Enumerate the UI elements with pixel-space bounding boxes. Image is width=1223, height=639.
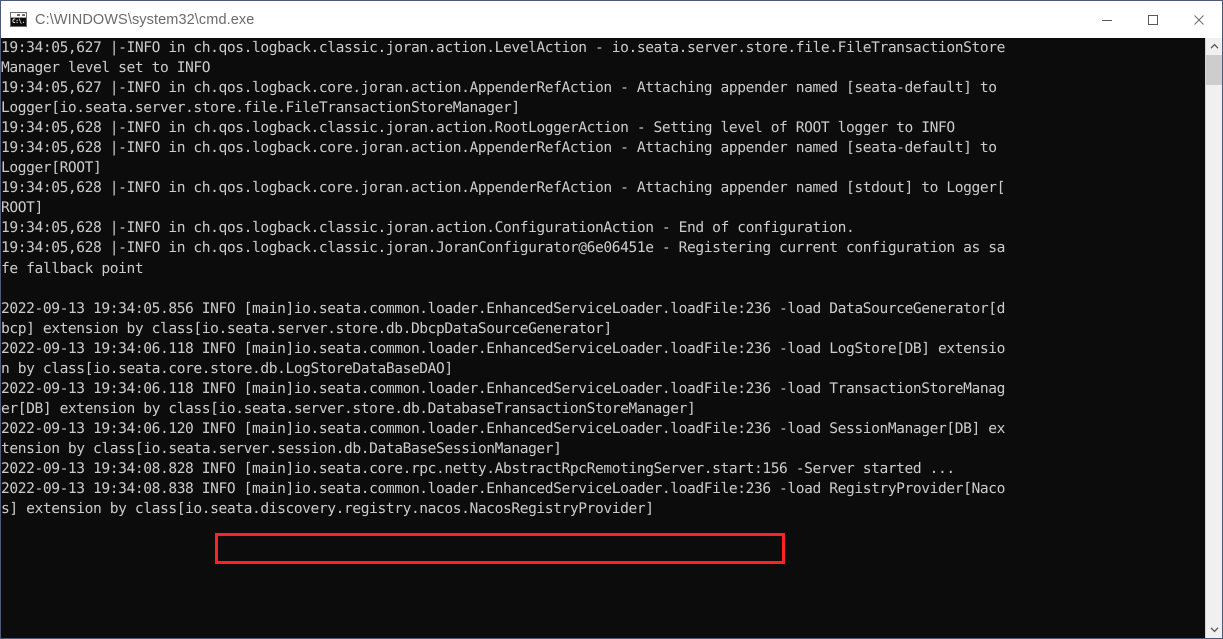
scrollbar-track[interactable] — [1206, 55, 1222, 621]
window-controls — [1084, 1, 1222, 38]
maximize-button[interactable] — [1130, 1, 1176, 38]
scroll-up-button[interactable] — [1206, 38, 1222, 55]
icon-prompt-text: C:\. — [11, 18, 26, 26]
icon-dot — [22, 14, 25, 16]
vertical-scrollbar[interactable] — [1205, 38, 1222, 638]
maximize-icon — [1148, 14, 1158, 25]
chevron-up-icon — [1210, 43, 1218, 49]
console-output-area[interactable]: 19:34:05,627 |-INFO in ch.qos.logback.cl… — [1, 38, 1205, 638]
console-log-text: 19:34:05,627 |-INFO in ch.qos.logback.cl… — [1, 39, 1005, 518]
cmd-window: C:\. C:\WINDOWS\system32\cmd.exe 19:34:0… — [0, 0, 1223, 639]
close-button[interactable] — [1176, 1, 1222, 38]
title-bar: C:\. C:\WINDOWS\system32\cmd.exe — [1, 1, 1222, 38]
scroll-down-button[interactable] — [1206, 621, 1222, 638]
annotation-highlight-box — [215, 533, 785, 564]
chevron-down-icon — [1210, 627, 1218, 633]
minimize-button[interactable] — [1084, 1, 1130, 38]
scrollbar-thumb[interactable] — [1206, 55, 1222, 85]
cmd-console-icon: C:\. — [10, 12, 27, 27]
close-icon — [1194, 14, 1204, 25]
minimize-icon — [1102, 19, 1112, 21]
window-title: C:\WINDOWS\system32\cmd.exe — [35, 11, 255, 28]
icon-dot — [17, 14, 20, 16]
console-body: 19:34:05,627 |-INFO in ch.qos.logback.cl… — [1, 38, 1222, 638]
